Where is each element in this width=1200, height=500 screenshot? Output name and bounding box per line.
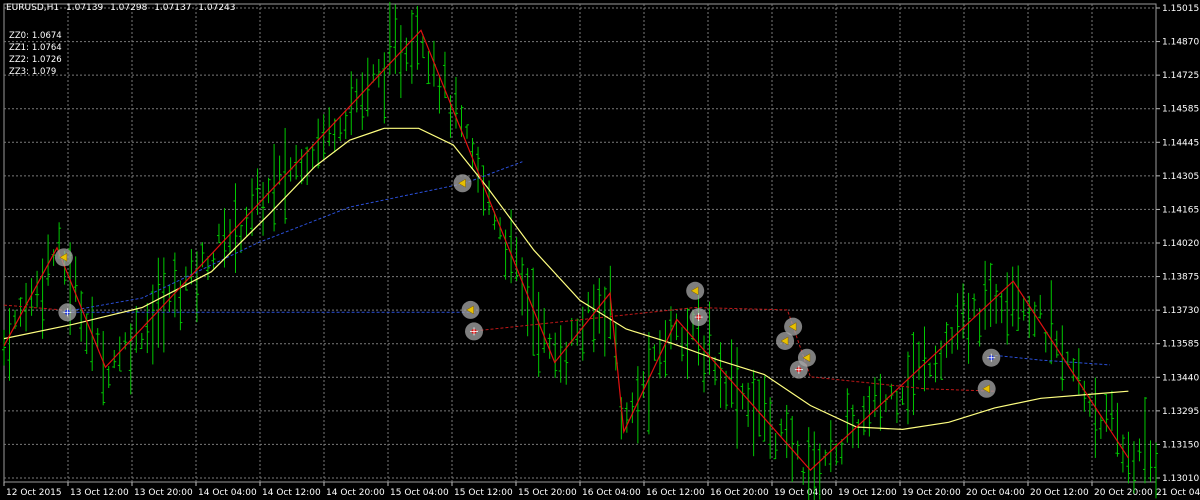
time-axis-label: 14 Oct 12:00 <box>262 488 321 498</box>
price-axis-label: 1.13440 <box>1162 373 1199 383</box>
symbol-name: EURUSD,H1 <box>6 3 60 13</box>
ohlc-close: 1.07243 <box>198 3 236 13</box>
price-axis-label: 1.13585 <box>1162 340 1199 350</box>
time-axis-label: 20 Oct 12:00 <box>1030 488 1089 498</box>
price-axis-label: 1.14445 <box>1162 138 1199 148</box>
time-axis-label: 21 Oct 04:00 <box>1156 488 1200 498</box>
price-axis-label: 1.13875 <box>1162 273 1199 283</box>
time-axis-label: 16 Oct 12:00 <box>646 488 705 498</box>
indicator-zz3: ZZ3: 1.079 <box>9 67 57 77</box>
indicator-zz2: ZZ2: 1.0726 <box>9 55 62 65</box>
blue-ma-line <box>61 161 523 313</box>
time-axis-label: 20 Oct 20:00 <box>1094 488 1153 498</box>
price-axis-label: 1.15015 <box>1162 4 1199 14</box>
zigzag-line <box>3 29 1129 471</box>
price-axis-label: 1.13730 <box>1162 306 1199 316</box>
indicator-zz0: ZZ0: 1.0674 <box>9 31 62 41</box>
ohlc-open: 1.07139 <box>66 3 104 13</box>
time-axis-label: 15 Oct 12:00 <box>454 488 513 498</box>
price-axis-label: 1.14305 <box>1162 172 1199 182</box>
time-axis-label: 16 Oct 20:00 <box>710 488 769 498</box>
time-axis-label: 13 Oct 20:00 <box>134 488 193 498</box>
chart-canvas[interactable]: 1.15015 1.14870 1.14725 1.14585 1.14445 1.143… <box>0 0 1200 500</box>
time-axis-label: 13 Oct 12:00 <box>70 488 129 498</box>
price-axis-label: 1.14870 <box>1162 38 1199 48</box>
time-axis-label: 15 Oct 04:00 <box>390 488 449 498</box>
price-axis-label: 1.14020 <box>1162 239 1199 249</box>
time-axis-label: 14 Oct 04:00 <box>198 488 257 498</box>
time-axis-label: 12 Oct 2015 <box>6 488 62 498</box>
blue-level-line <box>994 354 1110 366</box>
price-axis-label: 1.13150 <box>1162 440 1199 450</box>
price-axis-label: 1.14725 <box>1162 71 1199 81</box>
time-axis-label: 16 Oct 04:00 <box>582 488 641 498</box>
price-axis-label: 1.14585 <box>1162 105 1199 115</box>
time-axis-label: 19 Oct 20:00 <box>902 488 961 498</box>
time-axis-label: 15 Oct 20:00 <box>518 488 577 498</box>
time-axis-label: 14 Oct 20:00 <box>326 488 385 498</box>
price-chart[interactable]: 1.15015 1.14870 1.14725 1.14585 1.14445 1.143… <box>0 0 1200 500</box>
time-axis-label: 20 Oct 04:00 <box>966 488 1025 498</box>
ohlc-low: 1.07137 <box>154 3 192 13</box>
time-axis-label: 19 Oct 12:00 <box>838 488 897 498</box>
price-axis-label: 1.14165 <box>1162 205 1199 215</box>
ohlc-high: 1.07298 <box>110 3 148 13</box>
price-axis-label: 1.13010 <box>1162 474 1199 484</box>
indicator-zz1: ZZ1: 1.0764 <box>9 43 62 53</box>
time-axis-label: 19 Oct 04:00 <box>774 488 833 498</box>
symbol-header: EURUSD,H1 1.07139 1.07298 1.07137 1.0724… <box>6 3 240 13</box>
price-axis-label: 1.13295 <box>1162 407 1199 417</box>
